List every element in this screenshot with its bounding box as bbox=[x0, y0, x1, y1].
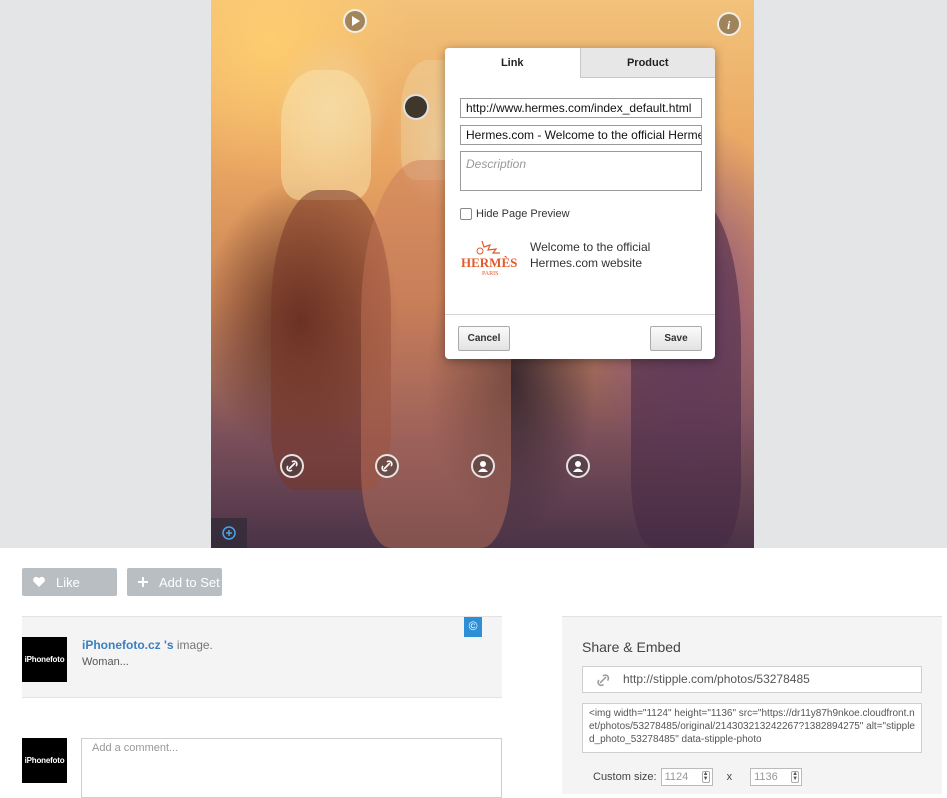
zoom-plus-icon bbox=[222, 526, 236, 540]
hermes-logo-subtext: PARIS bbox=[482, 271, 498, 277]
width-stepper-icon[interactable]: ▲ ▼ bbox=[701, 771, 710, 783]
cancel-button[interactable]: Cancel bbox=[458, 326, 510, 351]
share-title: Share & Embed bbox=[582, 639, 681, 655]
tab-product[interactable]: Product bbox=[579, 48, 715, 78]
image-caption: Woman... bbox=[82, 656, 129, 668]
add-to-set-label: Add to Set bbox=[159, 574, 220, 590]
zoom-button[interactable] bbox=[211, 518, 247, 548]
person-tag-icon[interactable] bbox=[471, 454, 495, 478]
photo-stage: i Link Product http://www.hermes.com/ind… bbox=[0, 0, 947, 548]
link-tag-icon[interactable] bbox=[280, 454, 304, 478]
like-label: Like bbox=[56, 574, 80, 590]
hide-preview-row[interactable]: Hide Page Preview bbox=[460, 208, 570, 220]
hermes-logo-text: HERMÈS bbox=[461, 255, 517, 270]
owner-link[interactable]: iPhonefoto.cz 's bbox=[82, 638, 174, 652]
save-button[interactable]: Save bbox=[650, 326, 702, 351]
title-field[interactable]: Hermes.com - Welcome to the official Her… bbox=[460, 125, 702, 145]
comment-input[interactable]: Add a comment... bbox=[81, 738, 502, 798]
custom-size-row: Custom size: 1124 ▲ ▼ x 1136 ▲ ▼ bbox=[593, 768, 803, 786]
svg-text:i: i bbox=[727, 18, 731, 31]
link-tag-icon[interactable] bbox=[375, 454, 399, 478]
copyright-badge[interactable]: © bbox=[464, 617, 482, 637]
heart-icon bbox=[33, 576, 45, 587]
popup-tabs: Link Product bbox=[445, 48, 715, 78]
url-field[interactable]: http://www.hermes.com/index_default.html bbox=[460, 98, 702, 118]
custom-width-value: 1124 bbox=[664, 771, 689, 783]
embed-code-textarea[interactable]: <img width="1124" height="1136" src="htt… bbox=[582, 703, 922, 753]
active-tag-dot-icon[interactable] bbox=[403, 94, 429, 120]
link-icon bbox=[597, 674, 610, 687]
info-icon[interactable]: i bbox=[717, 12, 741, 36]
like-button[interactable]: Like bbox=[22, 568, 117, 596]
hide-preview-label: Hide Page Preview bbox=[476, 208, 570, 220]
comment-avatar: iPhonefoto bbox=[22, 738, 67, 783]
custom-height-input[interactable]: 1136 ▲ ▼ bbox=[750, 768, 803, 786]
description-field[interactable]: Description bbox=[460, 151, 702, 191]
popup-footer: Cancel Save bbox=[445, 314, 715, 359]
share-link-text: http://stipple.com/photos/53278485 bbox=[623, 672, 810, 686]
person-tag-icon[interactable] bbox=[566, 454, 590, 478]
play-icon[interactable] bbox=[343, 9, 367, 33]
size-times: x bbox=[726, 771, 733, 783]
hermes-logo: HERMÈS PARIS bbox=[460, 239, 522, 277]
custom-height-value: 1136 bbox=[754, 771, 778, 783]
page-preview-text: Welcome to the official Hermes.com websi… bbox=[530, 240, 651, 270]
avatar[interactable]: iPhonefoto bbox=[22, 637, 67, 682]
plus-icon bbox=[138, 577, 148, 587]
link-tag-popup: Link Product http://www.hermes.com/index… bbox=[445, 48, 715, 359]
custom-width-input[interactable]: 1124 ▲ ▼ bbox=[660, 768, 713, 786]
height-stepper-icon[interactable]: ▲ ▼ bbox=[791, 771, 800, 783]
image-owner-line: iPhonefoto.cz 's image. bbox=[82, 638, 213, 652]
mannequin-head-left bbox=[281, 70, 371, 200]
image-info-panel: iPhonefoto iPhonefoto.cz 's image. Woman… bbox=[22, 616, 502, 698]
share-link-field[interactable]: http://stipple.com/photos/53278485 bbox=[582, 666, 922, 693]
owner-suffix: image. bbox=[173, 638, 213, 652]
custom-size-label: Custom size: bbox=[593, 771, 657, 783]
hide-preview-checkbox[interactable] bbox=[460, 208, 472, 220]
add-to-set-button[interactable]: Add to Set bbox=[127, 568, 222, 596]
tab-link[interactable]: Link bbox=[445, 48, 580, 78]
share-embed-panel: Share & Embed http://stipple.com/photos/… bbox=[562, 616, 942, 794]
